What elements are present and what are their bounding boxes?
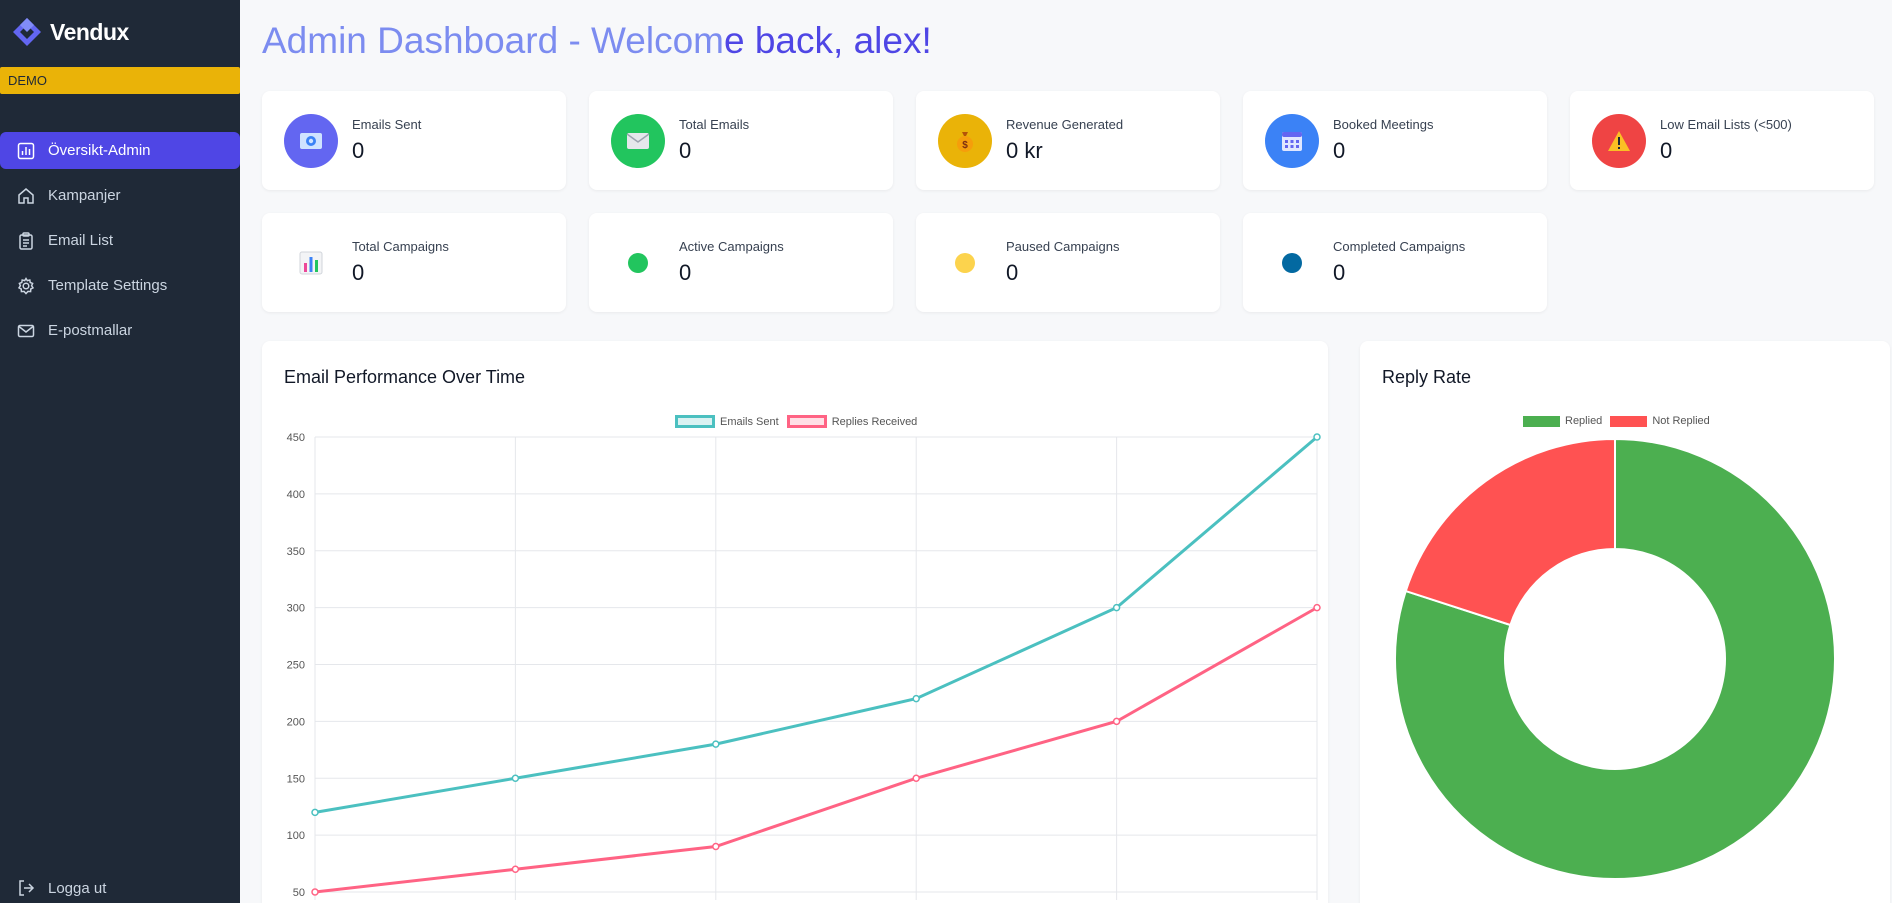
home-icon <box>16 186 36 206</box>
logout-icon <box>16 878 36 898</box>
stat-card-booked-meetings: Booked Meetings 0 <box>1243 91 1547 190</box>
blue-circle-icon <box>1265 236 1319 290</box>
page-title: Admin Dashboard - Welcome back, alex! <box>262 20 932 62</box>
logo[interactable]: Vendux <box>12 17 129 47</box>
data-point[interactable] <box>912 774 920 782</box>
stat-value: 0 <box>679 260 692 285</box>
yellow-circle-icon <box>938 236 992 290</box>
envelope-icon <box>611 113 665 168</box>
data-point[interactable] <box>1112 603 1121 612</box>
stat-value: 0 <box>352 138 365 163</box>
main-content: Admin Dashboard - Welcome back, alex! Em… <box>240 0 1892 903</box>
stat-label: Booked Meetings <box>1333 117 1434 132</box>
data-point[interactable] <box>712 842 720 851</box>
line-chart: 50 100 150 200 250 300 350 400 450 <box>287 432 1321 900</box>
sidebar-item-template-settings[interactable]: Template Settings <box>0 267 240 304</box>
stat-value: 0 <box>352 260 365 285</box>
sidebar-item-label: E-postmallar <box>48 322 133 339</box>
demo-badge: DEMO <box>0 67 240 94</box>
email-icon <box>284 113 338 168</box>
sidebar-item-label: Översikt-Admin <box>48 142 151 159</box>
stat-card-active-campaigns: Active Campaigns 0 <box>589 213 893 312</box>
y-tick-label: 200 <box>287 716 305 728</box>
stat-card-completed-campaigns: Completed Campaigns 0 <box>1243 213 1547 312</box>
y-tick-label: 50 <box>293 887 305 899</box>
logout-label: Logga ut <box>48 879 107 897</box>
sidebar-item-label: Template Settings <box>48 277 168 294</box>
sidebar-item-label: Email List <box>48 232 114 249</box>
donut-chart <box>1394 437 1836 880</box>
bar-chart-icon <box>16 141 36 161</box>
sidebar-item-oversikt-admin[interactable]: Översikt-Admin <box>0 132 240 169</box>
data-point[interactable] <box>912 694 920 703</box>
stat-card-emails-sent: Emails Sent 0 <box>262 91 566 190</box>
stat-label: Total Campaigns <box>352 239 449 254</box>
stat-card-total-emails: Total Emails 0 <box>589 91 893 190</box>
sidebar-item-kampanjer[interactable]: Kampanjer <box>0 177 240 214</box>
y-tick-label: 400 <box>287 489 305 501</box>
stat-value: 0 kr <box>1006 138 1043 163</box>
data-point[interactable] <box>712 740 720 748</box>
money-bag-icon: $ <box>938 113 992 168</box>
y-tick-label: 350 <box>287 546 305 558</box>
warning-icon <box>1592 113 1646 168</box>
stat-label: Revenue Generated <box>1006 117 1124 132</box>
stat-label: Low Email Lists (<500) <box>1660 117 1792 132</box>
title-part-1: Admin Dashboard - Welcom <box>262 20 724 61</box>
y-tick-label: 450 <box>287 432 305 444</box>
mail-icon <box>16 321 36 341</box>
stat-value: 0 <box>1333 260 1346 285</box>
stat-card-total-campaigns: Total Campaigns 0 <box>262 213 566 312</box>
sidebar-item-email-list[interactable]: Email List <box>0 222 240 259</box>
data-point[interactable] <box>1112 717 1121 726</box>
series-line <box>314 435 1318 814</box>
stat-label: Emails Sent <box>352 117 422 132</box>
stat-value: 0 <box>1333 138 1346 163</box>
app-name: Vendux <box>50 18 129 45</box>
vendux-logo-icon <box>13 18 41 46</box>
stat-card-revenue-generated: $ Revenue Generated 0 kr <box>916 91 1220 190</box>
logout-button[interactable]: Logga ut <box>16 878 106 898</box>
clipboard-icon <box>16 231 36 251</box>
y-tick-label: 300 <box>287 603 305 615</box>
svg-text:$: $ <box>962 140 968 151</box>
stat-value: 0 <box>1660 138 1673 163</box>
stat-label: Active Campaigns <box>679 239 784 254</box>
pie-slice[interactable] <box>1404 437 1616 627</box>
sidebar: Vendux DEMO Översikt-Admin Kampanjer Ema… <box>0 0 240 903</box>
data-point[interactable] <box>311 808 319 817</box>
green-circle-icon <box>611 236 665 290</box>
sidebar-nav: Översikt-Admin Kampanjer Email List Temp… <box>0 132 240 357</box>
stat-label: Completed Campaigns <box>1333 239 1466 254</box>
email-performance-panel: Email Performance Over Time Emails Sent … <box>262 341 1328 903</box>
sidebar-item-label: Kampanjer <box>48 187 121 204</box>
calendar-icon <box>1265 113 1319 168</box>
stat-card-paused-campaigns: Paused Campaigns 0 <box>916 213 1220 312</box>
stat-value: 0 <box>1006 260 1019 285</box>
gear-icon <box>16 276 36 296</box>
data-point[interactable] <box>311 888 319 896</box>
stat-label: Total Emails <box>679 117 750 132</box>
stat-value: 0 <box>679 138 692 163</box>
data-point[interactable] <box>1313 603 1321 612</box>
y-tick-label: 250 <box>287 660 305 672</box>
data-point[interactable] <box>1313 433 1321 441</box>
sidebar-item-e-postmallar[interactable]: E-postmallar <box>0 312 240 349</box>
stat-label: Paused Campaigns <box>1006 239 1120 254</box>
title-part-2: e back, alex! <box>724 20 932 61</box>
data-point[interactable] <box>511 865 520 873</box>
bar-chart-emoji-icon <box>284 236 338 290</box>
series-line <box>314 606 1318 894</box>
stat-card-low-email-lists: Low Email Lists (<500) 0 <box>1570 91 1874 190</box>
data-point[interactable] <box>511 774 520 782</box>
y-tick-label: 100 <box>287 830 305 842</box>
y-tick-label: 150 <box>287 773 305 785</box>
reply-rate-panel: Reply Rate Replied Not Replied <box>1360 341 1890 903</box>
